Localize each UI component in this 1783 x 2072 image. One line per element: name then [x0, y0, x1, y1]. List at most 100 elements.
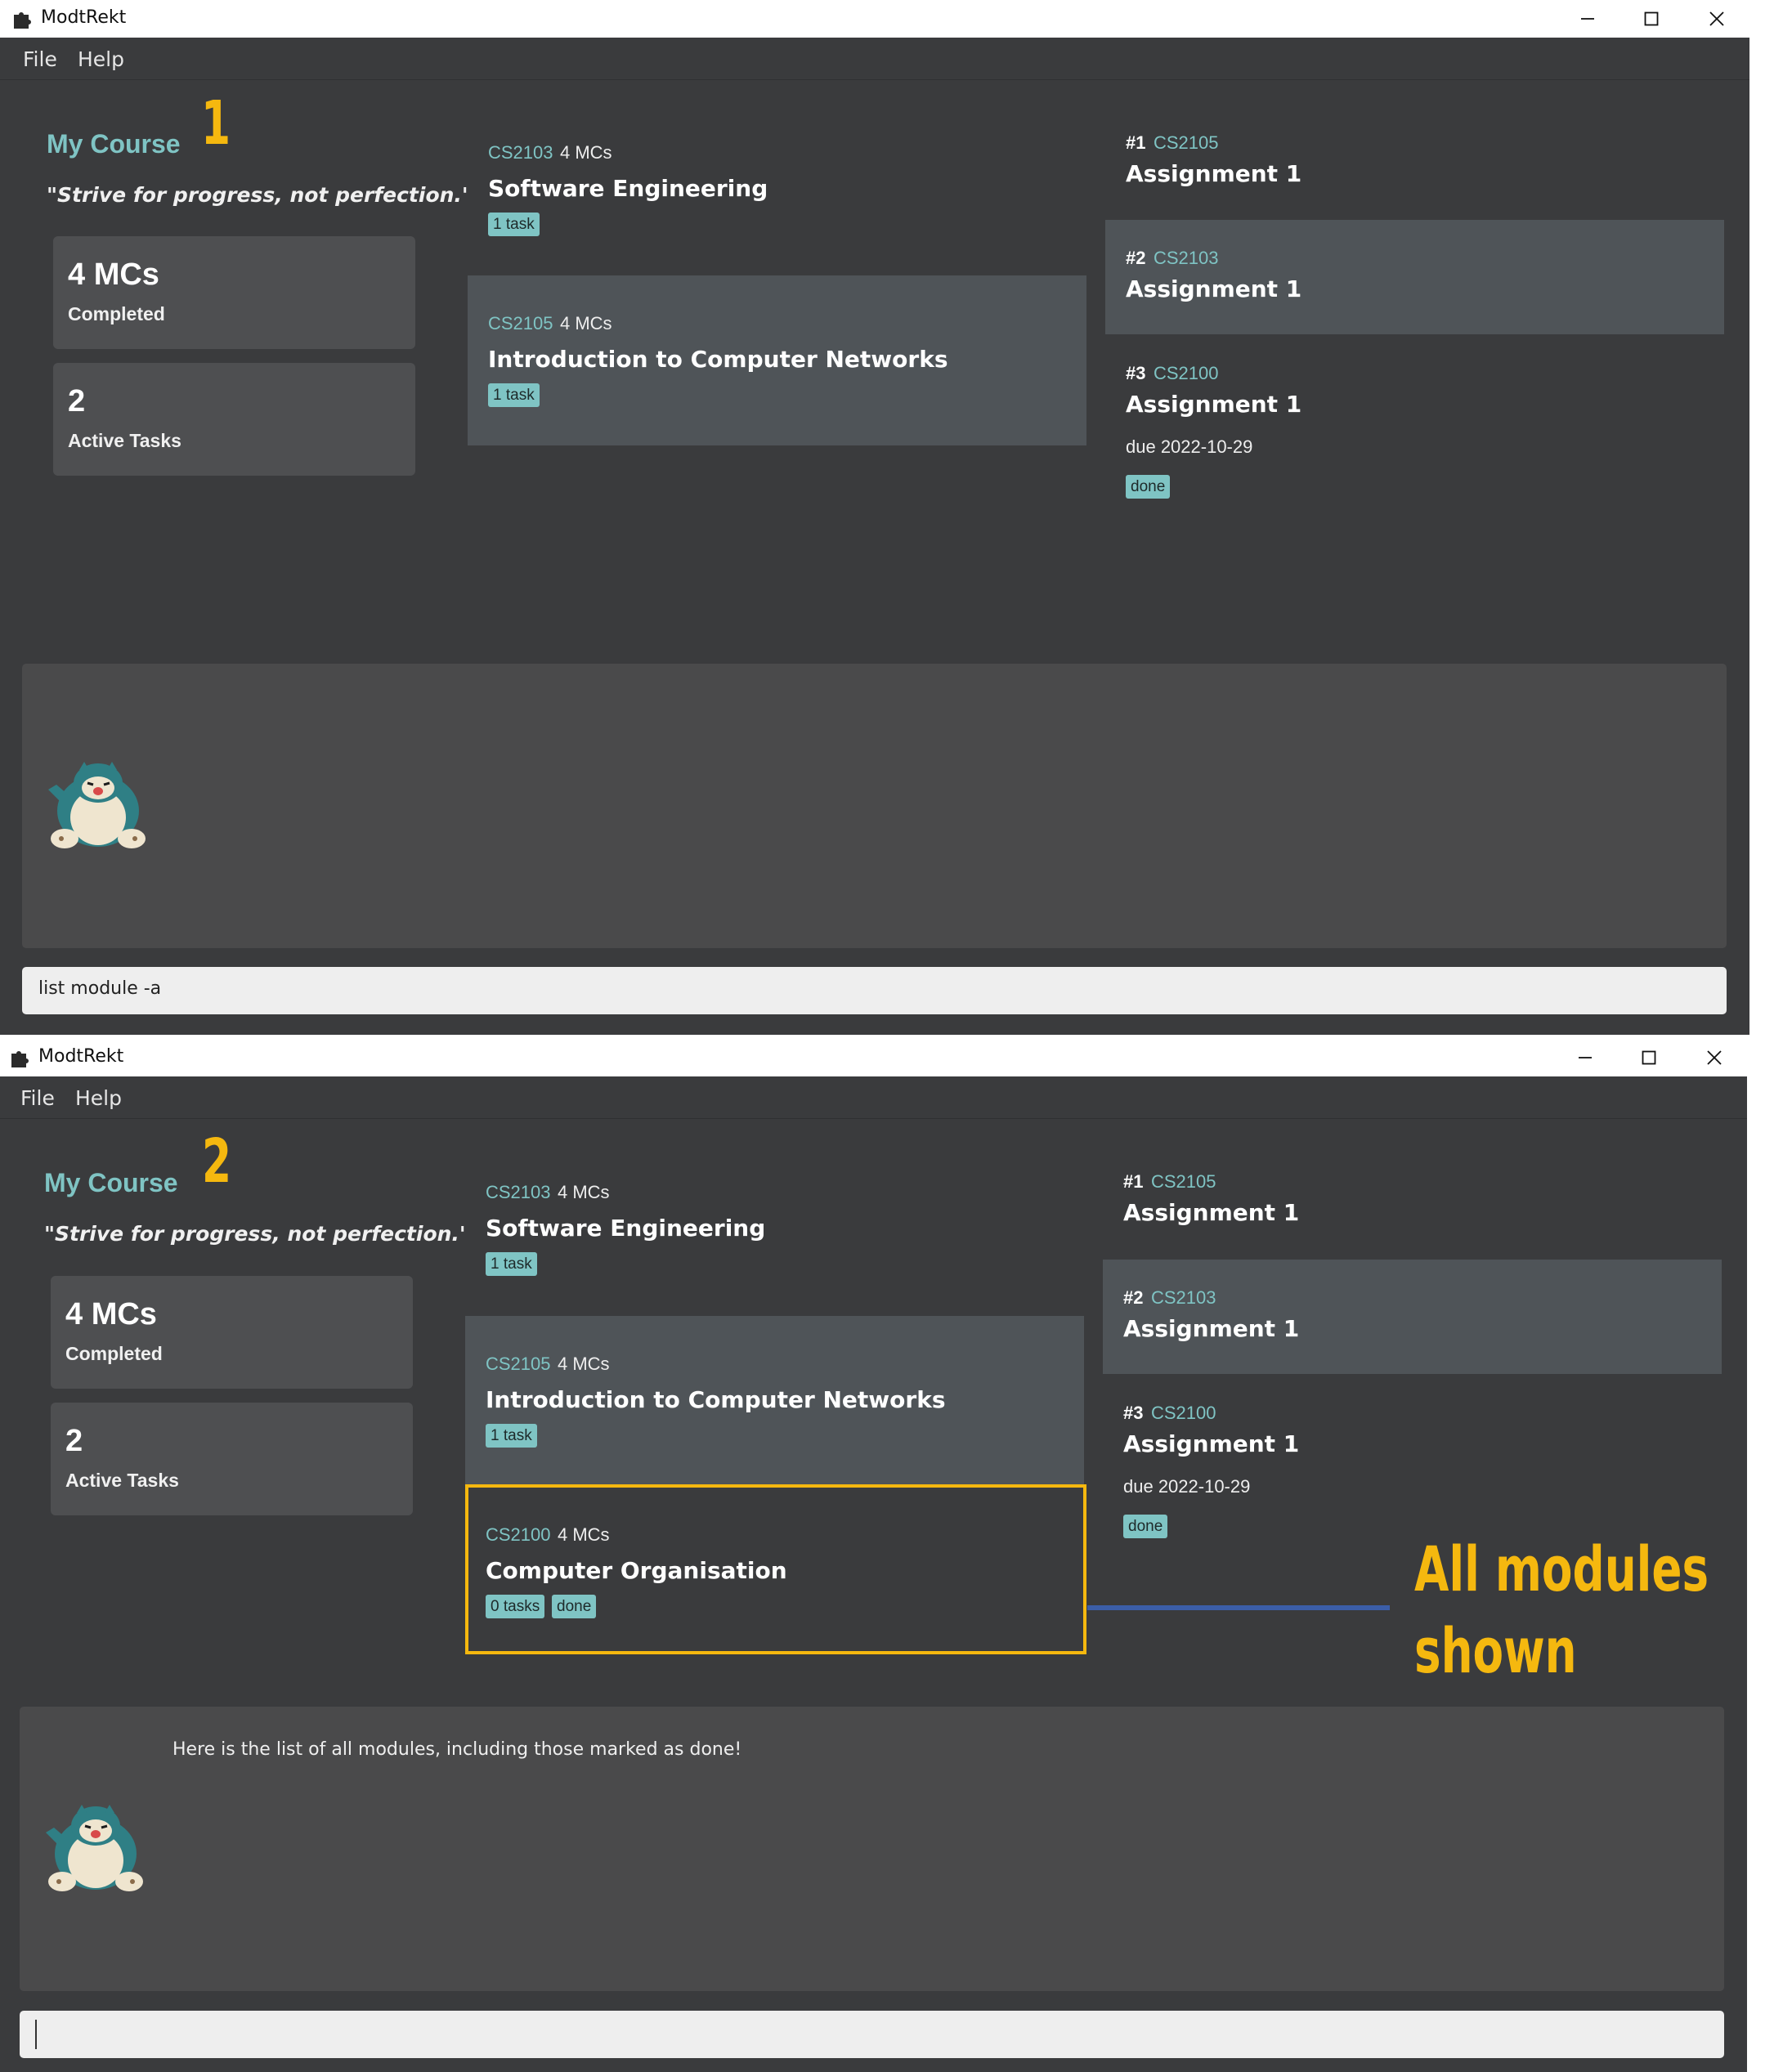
step-number-label: 1 [201, 88, 231, 159]
module-card[interactable]: CS2103 4 MCs Software Engineering 1 task [465, 1144, 1084, 1314]
module-name: Software Engineering [486, 1215, 766, 1242]
title-bar: ModtRekt [0, 1039, 1747, 1076]
result-display [22, 664, 1727, 948]
module-name: Introduction to Computer Networks [488, 346, 948, 373]
task-name: Assignment 1 [1126, 275, 1302, 302]
task-name: Assignment 1 [1126, 160, 1302, 187]
task-card[interactable]: #3 CS2100 Assignment 1 due 2022-10-29 do… [1105, 335, 1724, 528]
task-name: Assignment 1 [1123, 1315, 1300, 1342]
title-bar: ModtRekt [0, 0, 1749, 38]
maximize-button[interactable] [1619, 0, 1684, 38]
task-done-tag: done [1123, 1515, 1168, 1538]
task-module: CS2100 [1151, 1403, 1216, 1423]
command-input[interactable]: list module -a [22, 967, 1727, 1014]
minimize-icon [1579, 1057, 1592, 1058]
module-code: CS2103 [486, 1182, 551, 1202]
window-title: ModtRekt [38, 1046, 124, 1067]
menu-file[interactable]: File [20, 1086, 55, 1110]
task-card[interactable]: #2 CS2103 Assignment 1 [1103, 1260, 1722, 1374]
module-code: CS2105 [488, 313, 553, 333]
task-name: Assignment 1 [1126, 391, 1302, 418]
menu-file[interactable]: File [23, 47, 57, 71]
module-mcs: 4 MCs [560, 313, 612, 333]
task-number: #1 [1126, 132, 1146, 153]
menu-bar: File Help [0, 38, 1749, 80]
highlight-new-module [465, 1484, 1086, 1654]
maximize-icon [1644, 11, 1659, 26]
module-mcs: 4 MCs [558, 1182, 610, 1202]
task-number: #3 [1126, 363, 1146, 383]
module-card[interactable]: CS2105 4 MCs Introduction to Computer Ne… [465, 1316, 1084, 1486]
task-card[interactable]: #1 CS2105 Assignment 1 [1103, 1143, 1722, 1258]
stat-value: 2 [68, 384, 86, 418]
module-mcs: 4 MCs [560, 142, 612, 163]
task-done-tag: done [1126, 475, 1171, 499]
module-card[interactable]: CS2105 4 MCs Introduction to Computer Ne… [468, 275, 1086, 445]
window-title: ModtRekt [41, 7, 127, 28]
result-display: Here is the list of all modules, includi… [20, 1707, 1724, 1991]
task-name: Assignment 1 [1123, 1199, 1300, 1226]
task-number: #2 [1126, 248, 1146, 268]
close-button[interactable] [1684, 0, 1749, 38]
task-module: CS2103 [1154, 248, 1219, 268]
step-number-label: 2 [202, 1126, 232, 1197]
annotation-line-1: All modules [1414, 1533, 1709, 1605]
task-due-date: due 2022-10-29 [1123, 1476, 1251, 1497]
maximize-button[interactable] [1616, 1039, 1682, 1076]
module-code: CS2103 [488, 142, 553, 163]
task-count-tag: 1 task [488, 383, 540, 407]
snorlax-mascot [48, 762, 146, 848]
course-title: My Course [47, 129, 181, 159]
minimize-icon [1581, 18, 1594, 20]
task-module: CS2105 [1151, 1171, 1216, 1192]
task-number: #1 [1123, 1171, 1144, 1192]
annotation-callout: All modules shown [1414, 1528, 1709, 1692]
menu-help[interactable]: Help [78, 47, 124, 71]
stat-card-mcs: 4 MCs Completed [53, 236, 415, 349]
task-module: CS2103 [1151, 1287, 1216, 1308]
text-caret [35, 2020, 37, 2049]
course-quote: "Strive for progress, not perfection." [44, 1222, 470, 1246]
annotation-line-2: shown [1414, 1614, 1577, 1687]
close-icon [1709, 11, 1724, 26]
result-message: Here is the list of all modules, includi… [172, 1739, 742, 1760]
task-due-date: due 2022-10-29 [1126, 436, 1253, 457]
task-module: CS2105 [1154, 132, 1219, 153]
course-title: My Course [44, 1168, 178, 1197]
task-number: #2 [1123, 1287, 1144, 1308]
stat-card-tasks: 2 Active Tasks [53, 363, 415, 476]
module-card[interactable]: CS2103 4 MCs Software Engineering 1 task [468, 105, 1086, 275]
puzzle-app-icon [14, 12, 31, 29]
close-icon [1707, 1050, 1722, 1065]
task-name: Assignment 1 [1123, 1430, 1300, 1457]
task-number: #3 [1123, 1403, 1144, 1423]
stat-label: Completed [65, 1343, 163, 1364]
stat-card-mcs: 4 MCs Completed [51, 1276, 413, 1389]
module-mcs: 4 MCs [558, 1354, 610, 1374]
stat-value: 4 MCs [68, 257, 159, 292]
task-card[interactable]: #1 CS2105 Assignment 1 [1105, 105, 1724, 219]
module-name: Software Engineering [488, 175, 768, 202]
minimize-button[interactable] [1552, 1039, 1618, 1076]
close-button[interactable] [1682, 1039, 1747, 1076]
command-input[interactable] [20, 2011, 1724, 2058]
task-card[interactable]: #2 CS2103 Assignment 1 [1105, 220, 1724, 334]
menu-help[interactable]: Help [75, 1086, 122, 1110]
stat-label: Completed [68, 303, 165, 324]
maximize-icon [1642, 1050, 1656, 1065]
task-count-tag: 1 task [486, 1424, 537, 1448]
task-module: CS2100 [1154, 363, 1219, 383]
stat-label: Active Tasks [68, 430, 181, 451]
snorlax-mascot [46, 1805, 143, 1891]
stat-value: 4 MCs [65, 1297, 157, 1331]
menu-bar: File Help [0, 1076, 1747, 1119]
command-text: list module -a [38, 978, 162, 999]
stat-card-tasks: 2 Active Tasks [51, 1403, 413, 1515]
task-count-tag: 1 task [486, 1252, 537, 1276]
module-name: Introduction to Computer Networks [486, 1386, 946, 1413]
stat-value: 2 [65, 1424, 83, 1458]
minimize-button[interactable] [1555, 0, 1620, 38]
puzzle-app-icon [11, 1051, 29, 1067]
stat-label: Active Tasks [65, 1470, 179, 1491]
annotation-connector-line [1087, 1605, 1390, 1610]
